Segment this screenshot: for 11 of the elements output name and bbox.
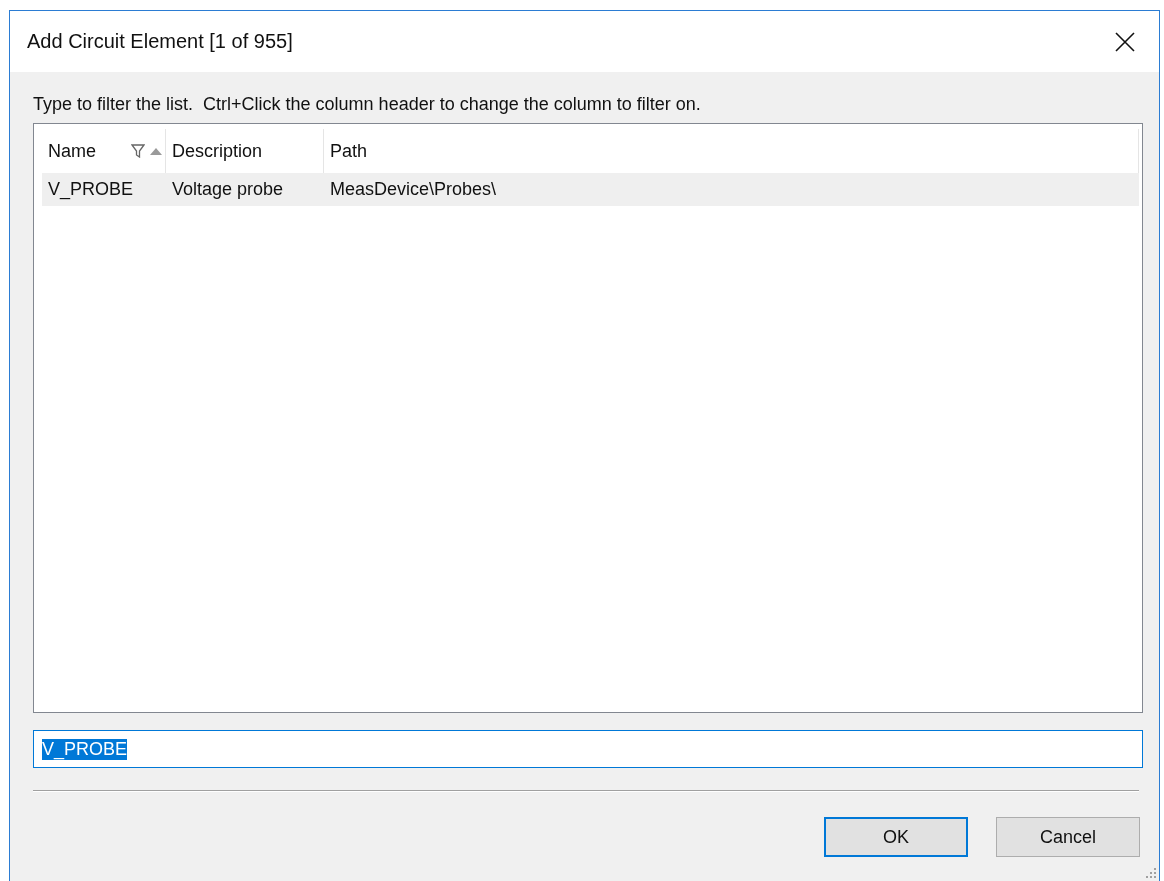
list-row[interactable]: V_PROBE Voltage probe MeasDevice\Probes\ bbox=[42, 173, 1139, 206]
close-icon bbox=[1115, 31, 1135, 52]
dialog-button[interactable]: OK bbox=[824, 817, 968, 857]
table-cell-text: V_PROBE bbox=[47, 179, 135, 200]
resize-grip-icon[interactable] bbox=[1145, 867, 1157, 879]
table-cell-text: Voltage probe bbox=[171, 179, 285, 200]
window-title: Add Circuit Element [1 of 955] bbox=[27, 30, 293, 53]
table-cell-text: MeasDevice\Probes\ bbox=[329, 179, 498, 200]
instruction-text: Type to filter the list. Ctrl+Click the column header to change the column to filter on. bbox=[33, 94, 702, 115]
dialog-button[interactable]: Cancel bbox=[996, 817, 1140, 857]
filter-field[interactable]: V_PROBE bbox=[33, 730, 1143, 768]
